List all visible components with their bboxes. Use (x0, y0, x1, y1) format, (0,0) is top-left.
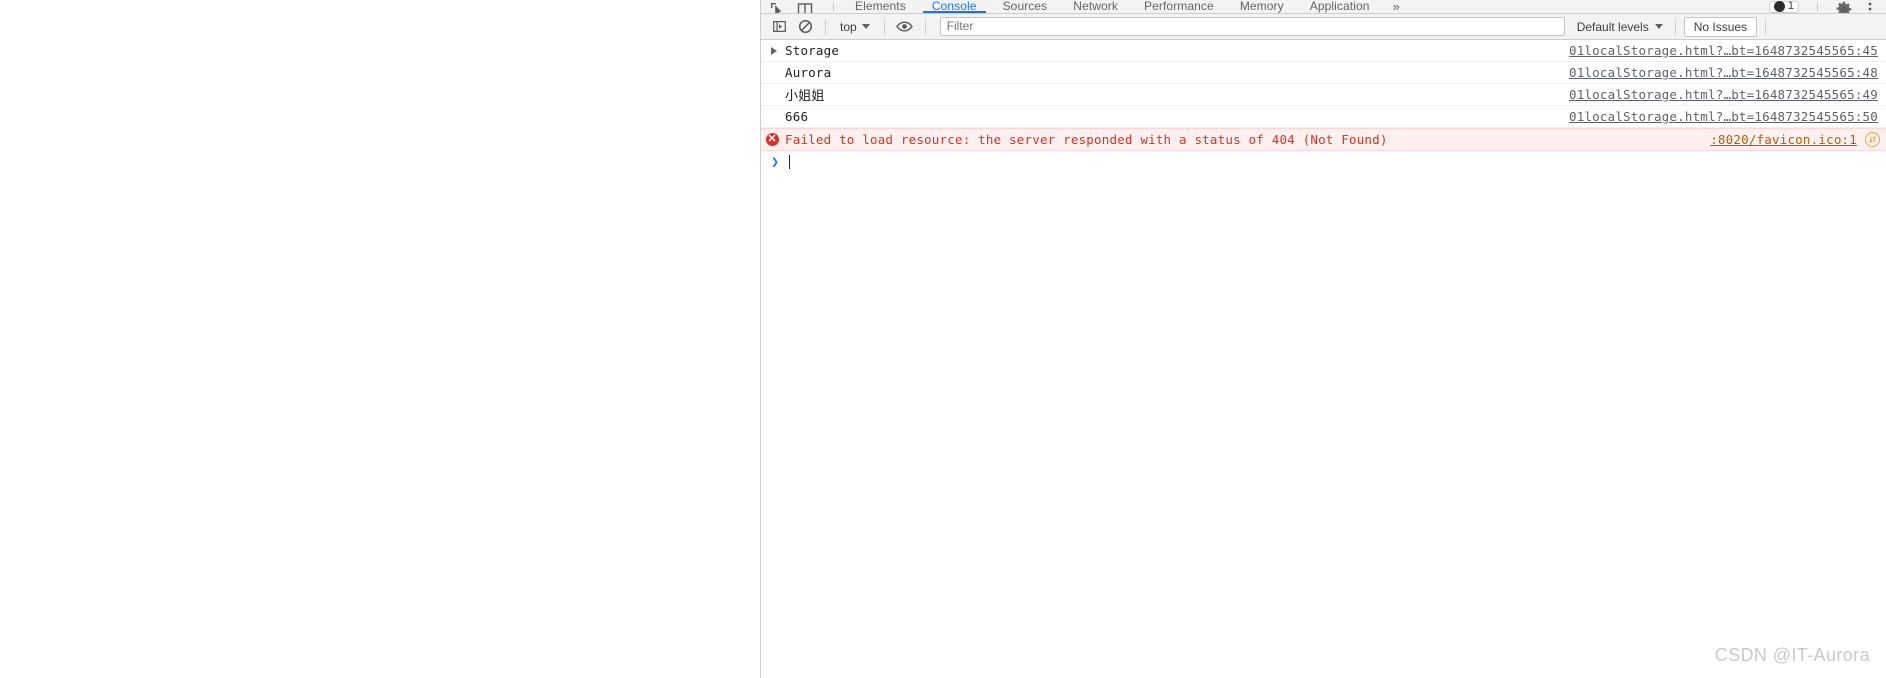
tabstrip-divider (833, 3, 834, 12)
toolbar-divider-1 (825, 18, 826, 35)
chevron-down-icon (1654, 24, 1663, 29)
more-tabs-button[interactable]: » (1383, 0, 1410, 13)
console-prompt[interactable]: ❯ (761, 151, 1886, 173)
tab-memory[interactable]: Memory (1227, 0, 1297, 13)
tab-performance[interactable]: Performance (1131, 0, 1227, 13)
kebab-menu-icon[interactable] (1862, 1, 1878, 13)
console-source-link[interactable]: :8020/favicon.ico:1 (1710, 132, 1865, 147)
console-error-row[interactable]: ✕ Failed to load resource: the server re… (761, 128, 1886, 151)
toolbar-divider-2 (883, 18, 885, 35)
toolbar-divider-5 (1765, 18, 1767, 35)
error-count-label: 1 (1787, 0, 1794, 12)
devtools-panel: Elements Console Sources Network Perform… (760, 0, 1886, 678)
tabstrip-icon-group (761, 0, 842, 13)
tab-network[interactable]: Network (1060, 0, 1131, 13)
console-source-link[interactable]: 01localStorage.html?…bt=1648732545565:49 (1569, 87, 1886, 102)
tab-console[interactable]: Console (919, 0, 990, 13)
toolbar-divider-4 (1674, 18, 1676, 35)
execution-context-label: top (840, 19, 857, 34)
issues-button[interactable]: No Issues (1683, 16, 1758, 37)
console-source-link[interactable]: 01localStorage.html?…bt=1648732545565:50 (1569, 109, 1886, 124)
console-message-row[interactable]: 小姐姐 01localStorage.html?…bt=164873254556… (761, 84, 1886, 106)
console-toolbar: top Default levels No Issues (761, 14, 1886, 40)
filter-input[interactable] (939, 17, 1565, 36)
tab-sources[interactable]: Sources (990, 0, 1061, 13)
show-console-sidebar-icon[interactable] (767, 16, 791, 38)
page-viewport (0, 0, 759, 678)
console-source-link[interactable]: 01localStorage.html?…bt=1648732545565:48 (1569, 65, 1886, 80)
error-icon: ✕ (765, 133, 779, 146)
toolbar-divider-3 (924, 18, 926, 35)
console-message-list: Storage 01localStorage.html?…bt=16487325… (761, 40, 1886, 678)
inspect-element-icon[interactable] (769, 1, 785, 13)
console-message-row[interactable]: Aurora 01localStorage.html?…bt=164873254… (761, 62, 1886, 84)
text-cursor (789, 155, 790, 169)
execution-context-selector[interactable]: top (834, 17, 876, 37)
network-request-blocked-icon[interactable] (1865, 132, 1880, 147)
console-message-text: 小姐姐 (785, 89, 825, 104)
tabstrip-right-divider (1817, 3, 1818, 12)
live-expression-icon[interactable] (893, 16, 917, 38)
tabstrip-right-group: 1 (1768, 0, 1886, 13)
expand-arrow-icon[interactable] (761, 46, 783, 55)
console-source-link[interactable]: 01localStorage.html?…bt=1648732545565:45 (1569, 43, 1886, 58)
console-message-text: 666 (785, 109, 809, 124)
prompt-arrow-icon: ❯ (771, 154, 779, 170)
clear-console-icon[interactable] (793, 16, 817, 38)
tab-application[interactable]: Application (1297, 0, 1383, 13)
error-count-badge[interactable]: 1 (1768, 0, 1799, 13)
console-message-text: Storage (785, 43, 840, 58)
gear-icon[interactable] (1836, 1, 1852, 13)
device-toolbar-icon[interactable] (797, 1, 813, 13)
tab-elements[interactable]: Elements (842, 0, 919, 13)
log-levels-selector[interactable]: Default levels (1573, 20, 1667, 34)
chevron-down-icon (861, 24, 870, 29)
console-message-row[interactable]: 666 01localStorage.html?…bt=164873254556… (761, 106, 1886, 128)
log-levels-label: Default levels (1576, 19, 1649, 34)
console-message-text: Aurora (785, 65, 832, 80)
screenshot-root: Elements Console Sources Network Perform… (0, 0, 1886, 678)
console-message-row[interactable]: Storage 01localStorage.html?…bt=16487325… (761, 40, 1886, 62)
devtools-tabstrip: Elements Console Sources Network Perform… (761, 0, 1886, 14)
error-dot-icon (1773, 1, 1785, 12)
devtools-tabs: Elements Console Sources Network Perform… (842, 0, 1410, 13)
console-error-text: Failed to load resource: the server resp… (785, 132, 1388, 147)
watermark-text: CSDN @IT-Aurora (1714, 645, 1870, 665)
